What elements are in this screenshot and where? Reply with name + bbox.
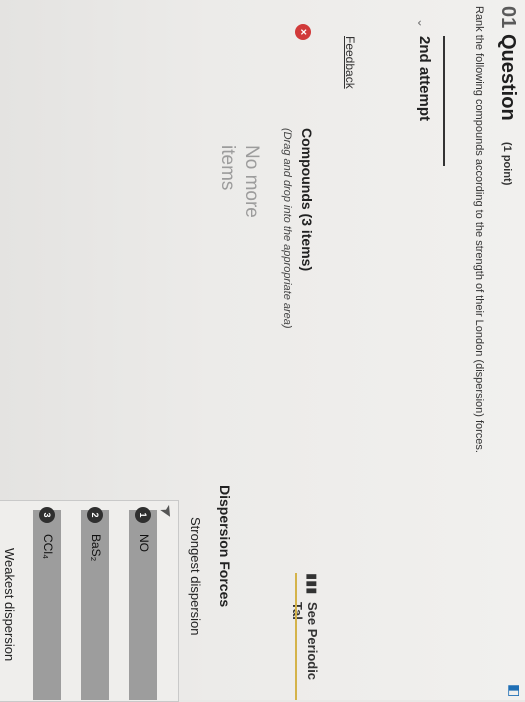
compounds-instructions: (Drag and drop into the appropriate area… <box>281 128 293 329</box>
rank-badge: 2 <box>87 507 103 523</box>
rank-badge: 1 <box>135 507 151 523</box>
question-prompt: Rank the following compounds according t… <box>473 6 485 453</box>
question-title: Question <box>497 34 519 121</box>
ranked-item[interactable]: 2 BaS₂ <box>81 507 109 700</box>
weakest-label: Weakest dispersion <box>2 548 17 662</box>
incorrect-icon: × <box>295 24 311 40</box>
periodic-link-underline <box>295 573 297 700</box>
compound-label: NO <box>137 534 151 552</box>
strongest-label: Strongest dispersion <box>188 517 203 636</box>
question-points: (1 point) <box>501 142 513 186</box>
rank-badge: 3 <box>39 507 55 523</box>
question-page: 01 Question (1 point) Rank the following… <box>0 0 525 702</box>
compound-label: CCl₄ <box>41 534 55 559</box>
feedback-link[interactable]: Feedback <box>343 36 357 89</box>
compound-label: BaS₂ <box>89 534 103 562</box>
question-number: 01 <box>497 6 519 29</box>
bookmark-icon[interactable]: ◧ <box>506 684 523 697</box>
ranked-item[interactable]: 1 NO <box>129 507 157 700</box>
chevron-down-icon[interactable]: ⌄ <box>415 18 429 28</box>
empty-message-line-2: items <box>217 145 238 191</box>
empty-source-message: No more items <box>215 145 263 218</box>
bar-chart-icon[interactable]: ▮▮▮ <box>304 573 320 594</box>
empty-message-line-1: No more <box>241 145 262 218</box>
attempt-label[interactable]: 2nd attempt <box>416 36 433 121</box>
section-divider <box>443 36 445 166</box>
ranked-item[interactable]: 3 CCl₄ <box>33 507 61 700</box>
ranking-title: Dispersion Forces <box>217 485 233 608</box>
compounds-title: Compounds (3 items) <box>299 128 315 272</box>
